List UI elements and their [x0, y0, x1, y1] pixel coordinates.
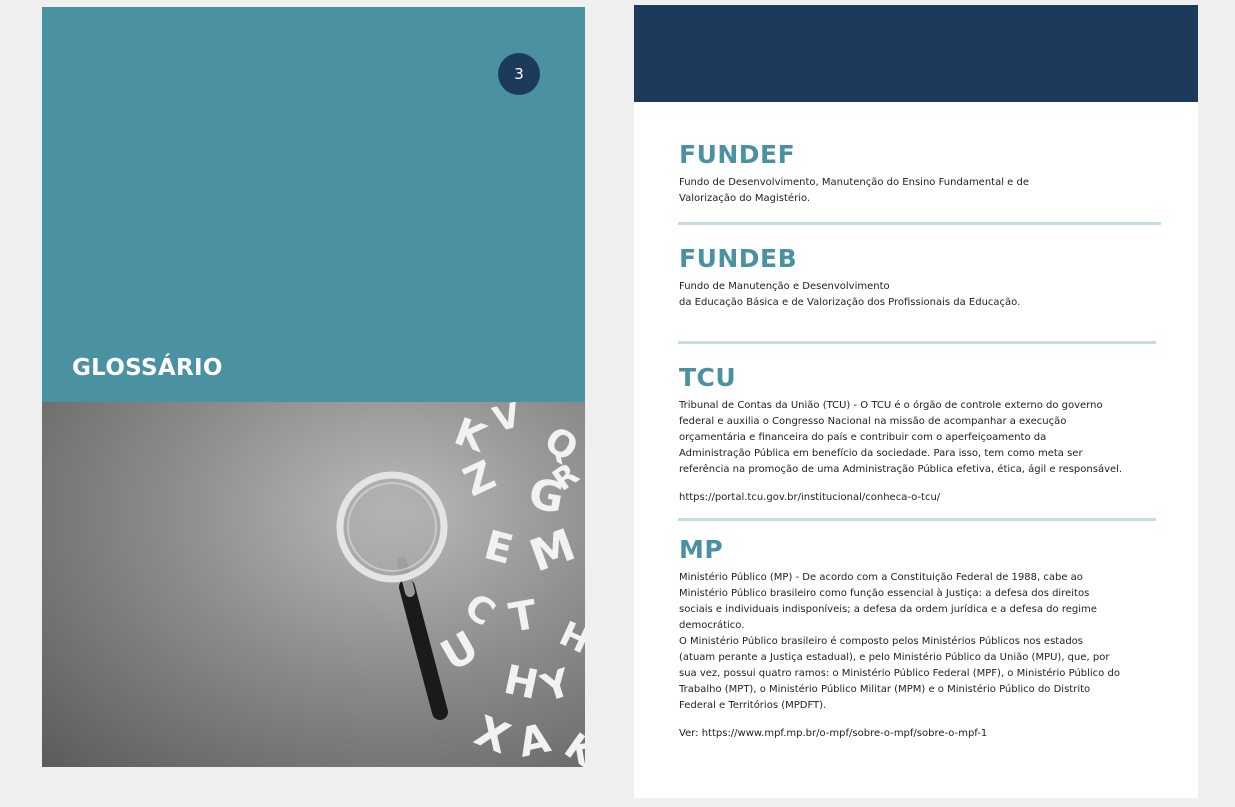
term-heading: TCU: [679, 363, 737, 392]
divider: [678, 222, 1161, 225]
cover-page: 3 GLOSSÁRIO K V Q Z G R E M C T H U H Y …: [42, 7, 585, 767]
header-band: [634, 5, 1198, 102]
magnifying-glass-photo: K V Q Z G R E M C T H U H Y X A K: [42, 402, 585, 767]
page-number-badge: 3: [498, 53, 540, 95]
term-description: Fundo de Manutenção e Desenvolvimento da…: [679, 281, 1021, 308]
term-description: Tribunal de Contas da União (TCU) - O TC…: [679, 400, 1123, 475]
svg-text:A: A: [515, 715, 555, 766]
term-heading: FUNDEB: [679, 244, 798, 273]
divider: [678, 341, 1156, 344]
svg-text:H: H: [553, 614, 585, 662]
divider: [678, 518, 1156, 521]
svg-text:M: M: [523, 519, 582, 582]
page-title: GLOSSÁRIO: [72, 355, 223, 381]
teal-header-block: 3 GLOSSÁRIO: [42, 7, 585, 402]
page-number: 3: [514, 65, 524, 83]
svg-text:X: X: [468, 706, 516, 764]
glossary-entry-fundeb: FUNDEB Fundo de Manutenção e Desenvolvim…: [679, 244, 1020, 311]
reference-link[interactable]: Ver: https://www.mpf.mp.br/o-mpf/sobre-o…: [679, 726, 1120, 742]
term-heading: FUNDEF: [679, 140, 796, 169]
magnifier-illustration: K V Q Z G R E M C T H U H Y X A K: [336, 402, 585, 767]
svg-text:Y: Y: [535, 660, 576, 711]
glossary-page: FUNDEF Fundo de Desenvolvimento, Manuten…: [634, 5, 1198, 798]
term-heading: MP: [679, 535, 724, 564]
svg-text:K: K: [449, 409, 493, 461]
svg-text:E: E: [479, 522, 517, 574]
glossary-entry-fundef: FUNDEF Fundo de Desenvolvimento, Manuten…: [679, 140, 1029, 207]
glossary-entry-tcu: TCU Tribunal de Contas da União (TCU) - …: [679, 363, 1122, 506]
svg-text:V: V: [489, 402, 525, 441]
reference-link[interactable]: https://portal.tcu.gov.br/institucional/…: [679, 490, 1122, 506]
svg-text:K: K: [557, 726, 585, 767]
term-description: Ministério Público (MP) - De acordo com …: [679, 572, 1120, 711]
svg-text:Z: Z: [457, 452, 503, 506]
svg-text:H: H: [500, 657, 542, 709]
glossary-entry-mp: MP Ministério Público (MP) - De acordo c…: [679, 535, 1120, 742]
svg-text:T: T: [506, 592, 542, 642]
term-description: Fundo de Desenvolvimento, Manutenção do …: [679, 177, 1030, 204]
